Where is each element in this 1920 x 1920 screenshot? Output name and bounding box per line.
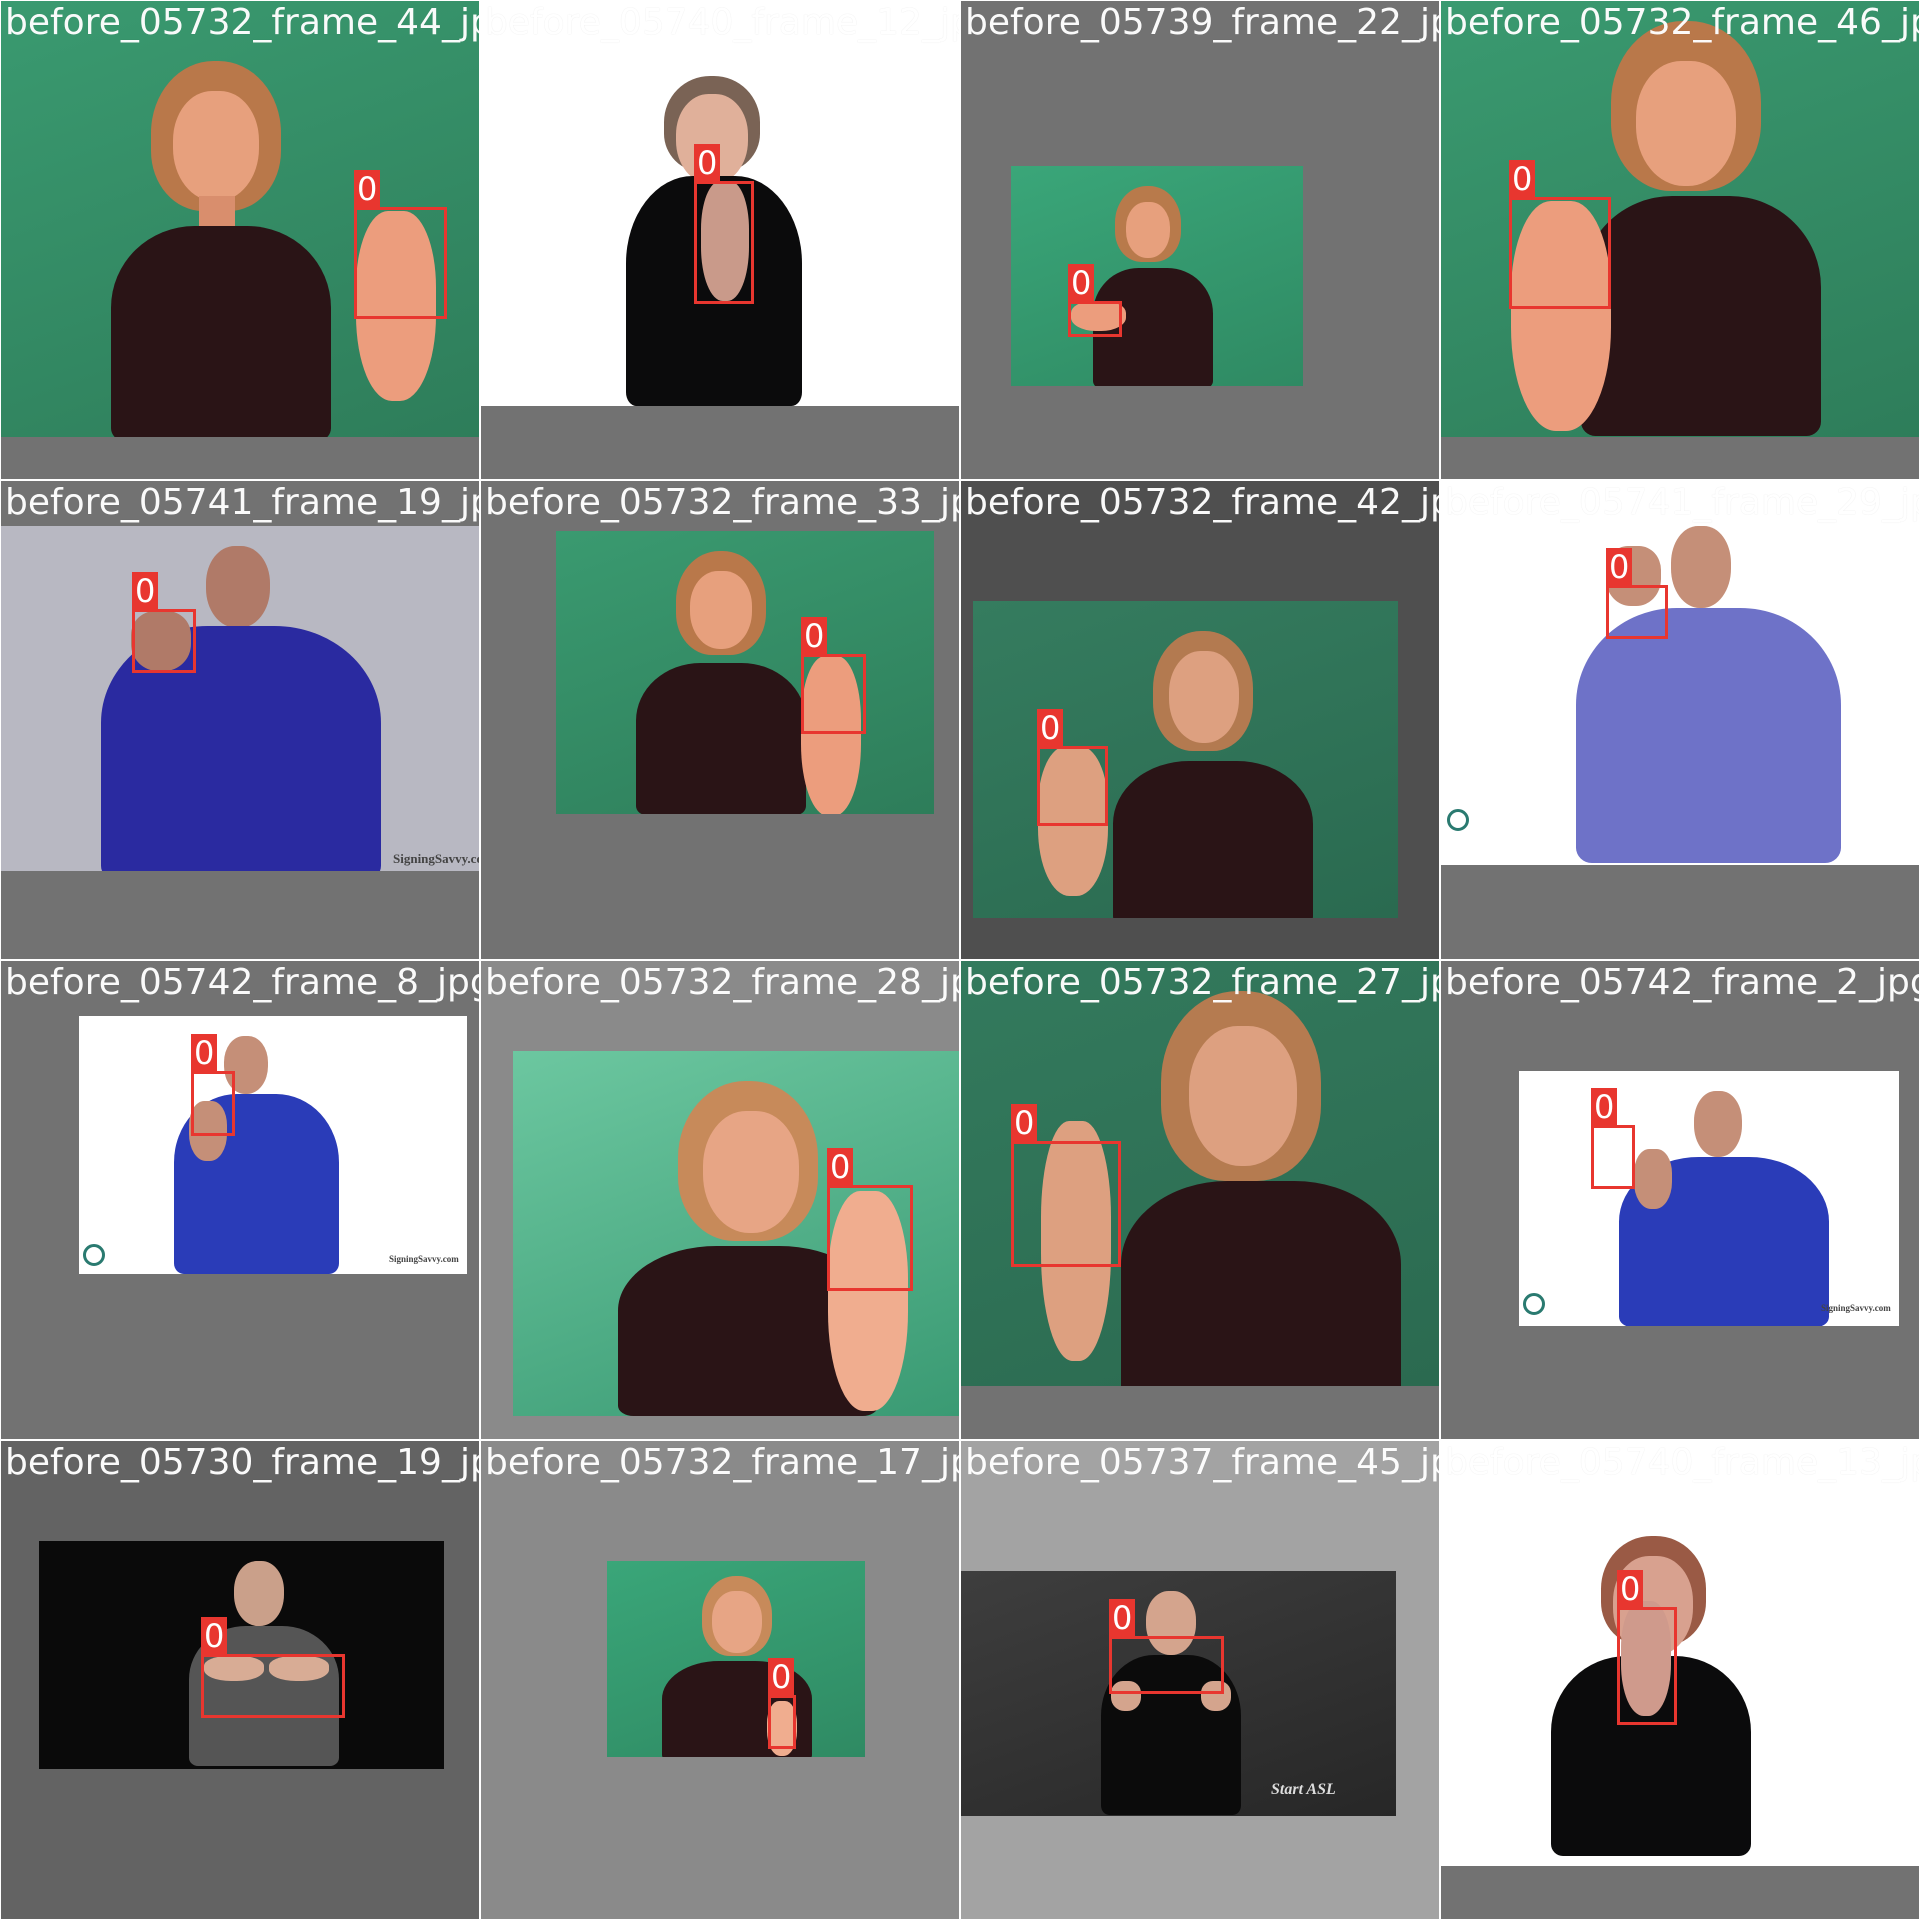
tile-caption: before_05737_frame_45_jpg — [965, 1442, 1440, 1483]
box-label: 0 — [1617, 1570, 1644, 1608]
box-label: 0 — [694, 144, 721, 182]
hand — [1634, 1149, 1672, 1209]
tile-caption: before_05742_frame_2_jpg. — [1445, 962, 1920, 1003]
tile-4: 0 before_05732_frame_46_jpg — [1440, 0, 1920, 480]
tile-caption: before_05741_frame_19_jpg — [5, 482, 480, 523]
detection-box: 0 — [201, 1617, 345, 1718]
tile-2: 0 before_05740_frame_12_jpg — [480, 0, 960, 480]
box-label: 0 — [1591, 1088, 1618, 1126]
tile-caption: before_05739_frame_22_jpg — [965, 2, 1440, 43]
detection-box: 0 — [1606, 548, 1668, 639]
box-label: 0 — [801, 617, 828, 655]
tile-9: SigningSavvy.com 0 before_05742_frame_8_… — [0, 960, 480, 1440]
tile-caption: before_05741_frame_29_jpg — [1445, 482, 1920, 523]
tile-caption: before_05732_frame_33_jpg — [485, 482, 960, 523]
tile-10: 0 before_05732_frame_28_jpg — [480, 960, 960, 1440]
detection-box: 0 — [1617, 1570, 1677, 1725]
tile-16: 0 before_05740_frame_13_jpg — [1440, 1440, 1920, 1920]
tile-caption: before_05730_frame_19_jpg — [5, 1442, 480, 1483]
tile-5: SigningSavvy.com 0 before_05741_frame_19… — [0, 480, 480, 960]
detection-box: 0 — [191, 1034, 235, 1136]
tile-3: 0 before_05739_frame_22_jpg — [960, 0, 1440, 480]
tile-13: 0 before_05730_frame_19_jpg — [0, 1440, 480, 1920]
tile-caption: before_05732_frame_44_jpg — [5, 2, 480, 43]
box-label: 0 — [132, 572, 159, 610]
box-label: 0 — [191, 1034, 218, 1072]
box-label: 0 — [354, 170, 381, 208]
box-label: 0 — [1037, 709, 1064, 747]
tile-caption: before_05732_frame_17_jpg — [485, 1442, 960, 1483]
detection-box: 0 — [694, 144, 754, 304]
tile-1: 0 before_05732_frame_44_jpg — [0, 0, 480, 480]
tile-14: 0 before_05732_frame_17_jpg — [480, 1440, 960, 1920]
detection-box: 0 — [1591, 1088, 1635, 1189]
photo: SigningSavvy.com — [79, 1016, 467, 1274]
tile-12: SigningSavvy.com 0 before_05742_frame_2_… — [1440, 960, 1920, 1440]
photo — [556, 531, 934, 814]
box-label: 0 — [827, 1148, 854, 1186]
photo — [1011, 166, 1303, 386]
box-label: 0 — [201, 1617, 228, 1655]
tile-caption: before_05732_frame_46_jpg — [1445, 2, 1920, 43]
detection-box: 0 — [1011, 1104, 1121, 1267]
detection-box: 0 — [132, 572, 196, 673]
tile-caption: before_05740_frame_12_jpg — [485, 2, 960, 43]
tile-11: 0 before_05732_frame_27_jpg — [960, 960, 1440, 1440]
tile-caption: before_05732_frame_28_jpg — [485, 962, 960, 1003]
tile-6: 0 before_05732_frame_33_jpg — [480, 480, 960, 960]
photo: SigningSavvy.com — [1, 526, 479, 871]
detection-box: 0 — [801, 617, 866, 734]
photo — [1441, 481, 1919, 865]
box-label: 0 — [1068, 264, 1095, 302]
box-label: 0 — [1606, 548, 1633, 586]
tile-8: 0 before_05741_frame_29_jpg — [1440, 480, 1920, 960]
box-label: 0 — [1011, 1104, 1038, 1142]
signing-savvy-logo-icon — [1523, 1293, 1545, 1315]
detection-box: 0 — [1068, 264, 1122, 337]
detection-box: 0 — [1509, 160, 1611, 309]
tile-caption: before_05732_frame_27_jpg — [965, 962, 1440, 1003]
box-label: 0 — [1109, 1599, 1136, 1637]
tile-7: 0 before_05732_frame_42_jpg — [960, 480, 1440, 960]
detection-box: 0 — [768, 1658, 796, 1749]
watermark-text: SigningSavvy.com — [393, 851, 479, 866]
photo: SigningSavvy.com — [1519, 1071, 1899, 1326]
photo — [1441, 1441, 1919, 1866]
detection-box: 0 — [1037, 709, 1108, 826]
watermark-text: SigningSavvy.com — [389, 1254, 459, 1264]
signing-savvy-logo-icon — [83, 1244, 105, 1266]
detection-box: 0 — [1109, 1599, 1224, 1694]
photo — [607, 1561, 865, 1757]
tile-caption: before_05732_frame_42_jpg — [965, 482, 1440, 523]
watermark-text: Start ASL — [1271, 1781, 1336, 1798]
box-label: 0 — [768, 1658, 795, 1696]
image-mosaic: 0 before_05732_frame_44_jpg 0 before_057… — [0, 0, 1920, 1920]
detection-box: 0 — [354, 170, 447, 319]
watermark-text: SigningSavvy.com — [1821, 1303, 1891, 1313]
tile-caption: before_05742_frame_8_jpg. — [5, 962, 480, 1003]
tile-caption: before_05740_frame_13_jpg — [1445, 1442, 1920, 1483]
tile-15: Start ASL 0 before_05737_frame_45_jpg — [960, 1440, 1440, 1920]
detection-box: 0 — [827, 1148, 913, 1291]
box-label: 0 — [1509, 160, 1536, 198]
signing-savvy-logo-icon — [1447, 809, 1469, 831]
